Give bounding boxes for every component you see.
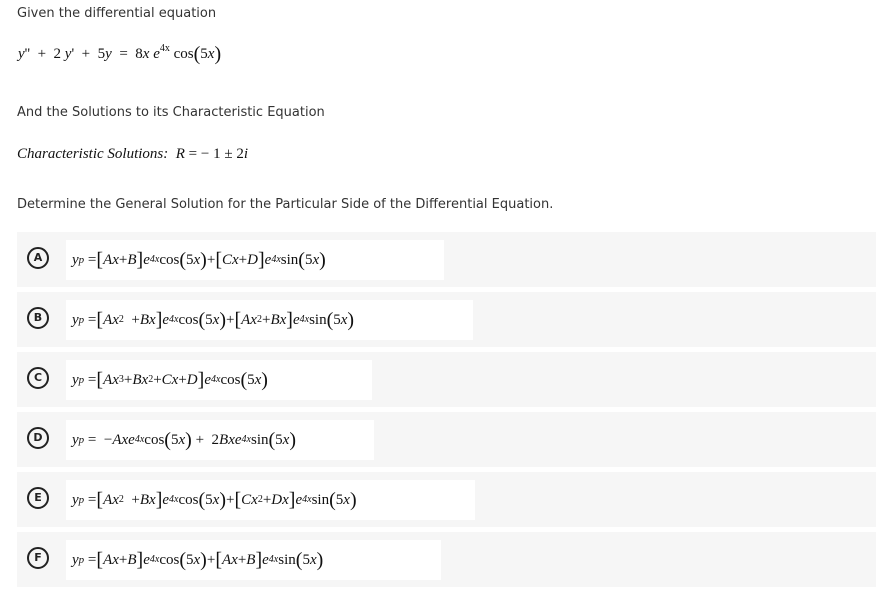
option-letter-badge: D: [27, 427, 49, 449]
char-label: Characteristic Solutions:: [17, 146, 169, 162]
option-formula: yp = [Ax + B] e 4x cos(5 x) + [Ax + B] e 4x s…: [66, 540, 441, 580]
exponent: 4x: [159, 43, 170, 54]
option-letter-badge: A: [27, 247, 49, 269]
option-a[interactable]: A yp = [Ax + B] e 4x cos(5 x) + [Cx + D] e 4x…: [17, 232, 876, 287]
option-f[interactable]: F yp = [Ax + B] e 4x cos(5 x) + [Ax + B] e 4x…: [17, 532, 876, 587]
equation-lhs: y'' + 2 y' + 5y: [18, 46, 112, 62]
given-equation: y'' + 2 y' + 5y = 8x e4x cos(5x): [18, 43, 222, 65]
option-formula: yp = [Ax 2 + Bx] e 4x cos(5 x) + [Ax 2 + Bx] e…: [66, 300, 473, 340]
question-text: Determine the General Solution for the P…: [17, 197, 554, 212]
option-formula: yp = − Ax e 4x cos(5 x) + 2 Bx e 4x sin(5 x): [66, 420, 374, 460]
option-formula: yp = [Ax 3 + Bx 2 + Cx + D] e 4x cos(5 x): [66, 360, 372, 400]
characteristic-intro: And the Solutions to its Characteristic …: [17, 105, 325, 120]
option-formula: yp = [Ax + B] e 4x cos(5 x) + [Cx + D] e 4x s…: [66, 240, 444, 280]
option-c[interactable]: C yp = [Ax 3 + Bx 2 + Cx + D] e 4x cos(5 x): [17, 352, 876, 407]
option-letter-badge: E: [27, 487, 49, 509]
option-letter-badge: F: [27, 547, 49, 569]
option-letter-badge: B: [27, 307, 49, 329]
option-b[interactable]: B yp = [Ax 2 + Bx] e 4x cos(5 x) + [Ax 2 + Bx…: [17, 292, 876, 347]
option-formula: yp = [Ax 2 + Bx] e 4x cos(5 x) + [Cx 2 + Dx] e…: [66, 480, 475, 520]
characteristic-solutions: Characteristic Solutions: R = − 1 ± 2i: [17, 146, 248, 162]
option-e[interactable]: E yp = [Ax 2 + Bx] e 4x cos(5 x) + [Cx 2 + Dx…: [17, 472, 876, 527]
option-letter-badge: C: [27, 367, 49, 389]
intro-text: Given the differential equation: [17, 6, 217, 21]
option-d[interactable]: D yp = − Ax e 4x cos(5 x) + 2 Bx e 4x sin(5 x…: [17, 412, 876, 467]
